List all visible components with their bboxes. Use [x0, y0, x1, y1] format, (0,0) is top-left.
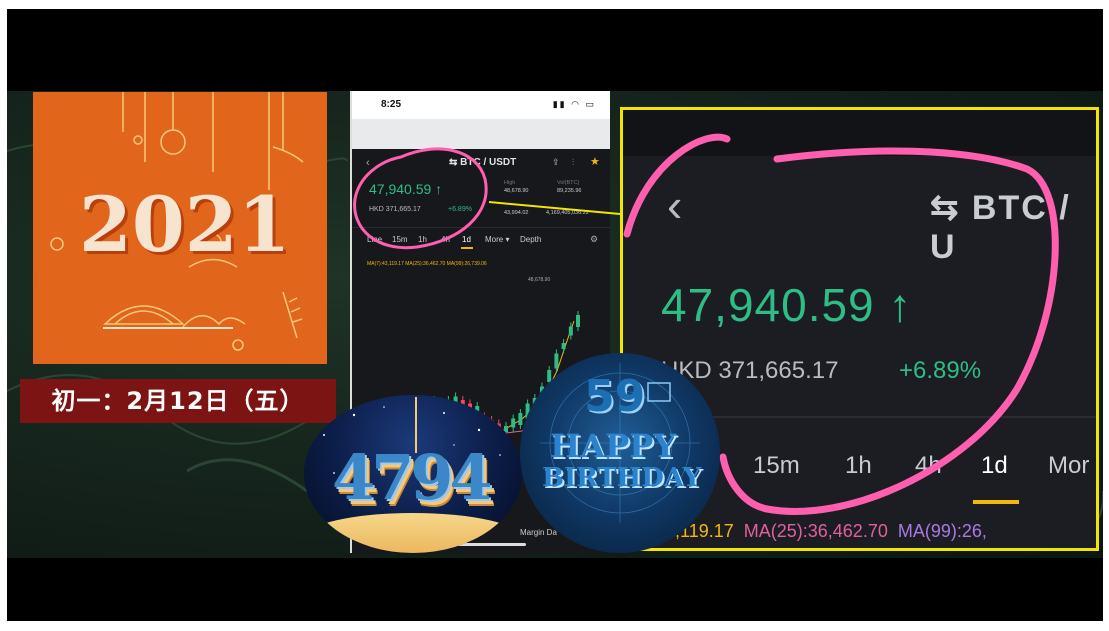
price-hkd: HKD 371,665.17: [369, 206, 421, 213]
zoom-tab-1d[interactable]: 1d: [981, 452, 1008, 480]
zoom-ma25: MA(25):36,462.70: [743, 521, 888, 541]
phone-header-gap: [352, 119, 610, 149]
tab-15m[interactable]: 15m: [392, 235, 408, 244]
zoom-pair-title[interactable]: ⇆ BTC / U: [930, 188, 1096, 267]
indicator-settings-icon[interactable]: ⚙: [590, 234, 598, 245]
zoom-price-change: +6.89%: [899, 357, 982, 384]
tab-more[interactable]: More ▾: [485, 235, 509, 244]
tab-depth[interactable]: Depth: [520, 235, 541, 244]
candle-body: [576, 315, 580, 327]
back-icon[interactable]: ‹: [366, 157, 370, 169]
happy-birthday-59-image: 59 HAPPY BIRTHDAY: [520, 353, 720, 553]
date-banner: 初一：2月12日（五）: [20, 379, 336, 423]
birthday-number: 59: [584, 371, 646, 422]
high-value: 48,678.90: [504, 188, 529, 194]
tab-1d[interactable]: 1d: [462, 235, 471, 244]
tab-1d-underline: [461, 247, 473, 249]
vol-label: Vol(BTC): [557, 180, 580, 186]
signal-wifi-battery-icon: ▮▮ ◠ ▭: [552, 99, 596, 109]
zoom-last-price: 47,940.59 ↑: [661, 279, 913, 331]
tab-line[interactable]: Line: [367, 235, 382, 244]
tab-1h[interactable]: 1h: [418, 235, 427, 244]
share-icon[interactable]: ⇪: [552, 157, 560, 168]
candle-body: [561, 343, 566, 349]
number-4794-text: 4794: [332, 441, 493, 514]
zoom-back-icon[interactable]: ‹: [667, 178, 682, 232]
new-year-card: 2021: [33, 92, 327, 364]
year-2021: 2021: [79, 180, 291, 269]
phone-status-bar: 8:25 ▮▮ ◠ ▭: [352, 91, 610, 119]
chart-settings-icon[interactable]: ⫶: [572, 157, 574, 168]
pair-title[interactable]: ⇆ BTC / USDT: [449, 157, 516, 168]
zoom-tab-15m[interactable]: 15m: [753, 452, 800, 480]
price-change: +6.89%: [448, 206, 472, 213]
tab-4h[interactable]: 4h: [441, 235, 450, 244]
number-4794-image: 4794: [304, 395, 522, 553]
zoom-tab-1d-underline: [973, 500, 1019, 504]
candle-body: [568, 326, 573, 336]
vol-value: 89,235.96: [557, 188, 582, 194]
ma-readout: MA(7):43,119.17 MA(25):36,462.70 MA(99):…: [367, 261, 487, 267]
birthday-birthday-text: BIRTHDAY: [542, 463, 702, 493]
zoom-tab-4h[interactable]: 4h: [915, 452, 942, 480]
vol-usdt-value: 4,169,405,036.22: [546, 210, 589, 216]
zoom-tab-1h[interactable]: 1h: [845, 452, 872, 480]
favorite-star-icon[interactable]: ★: [590, 155, 600, 168]
last-price: 47,940.59 ↑: [369, 181, 443, 197]
zoom-ma99: MA(99):26,: [897, 521, 987, 541]
status-time: 8:25: [381, 99, 402, 110]
low-value: 43,994.02: [504, 210, 529, 216]
high-label: High: [504, 180, 516, 186]
birthday-happy-text: HAPPY: [550, 427, 677, 465]
video-frame: 2021 初一：2月12日（五） 8:25 ▮▮ ◠ ▭ ‹ ⇆ BTC / U…: [7, 9, 1103, 621]
zoom-tab-more[interactable]: Mor: [1048, 452, 1089, 480]
